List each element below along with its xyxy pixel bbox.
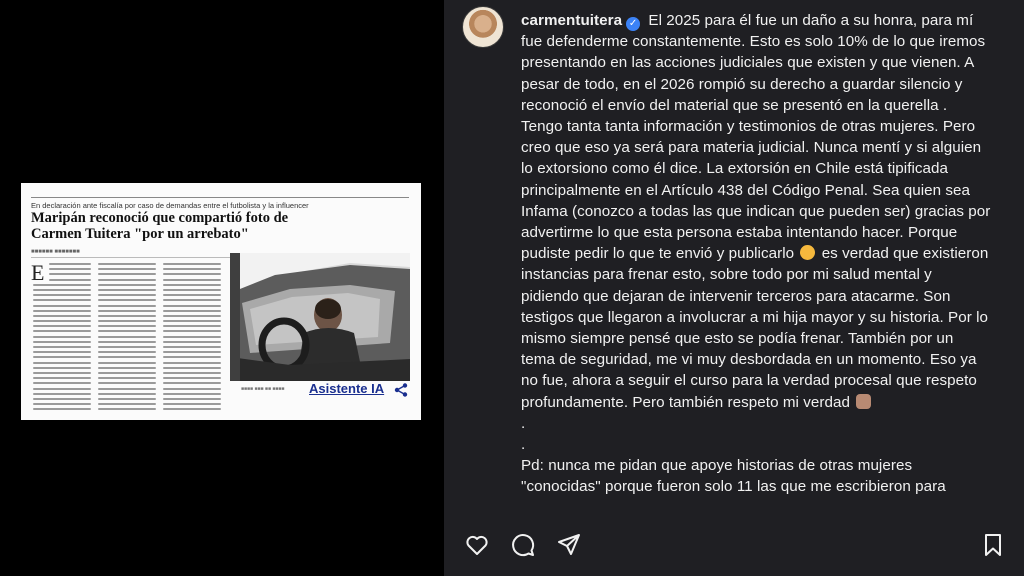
post-actions-bar	[444, 518, 1024, 576]
send-icon	[558, 534, 580, 555]
divider	[31, 197, 409, 198]
fist-emoji-icon	[856, 393, 872, 409]
article-column	[163, 263, 221, 411]
caption-dot: .	[521, 414, 526, 432]
relieved-face-emoji-icon	[800, 245, 816, 261]
photo-caption: ■■■■ ■■■ ■■ ■■■■	[241, 386, 285, 392]
bookmark-icon	[985, 534, 1001, 556]
caption-text-part2: es verdad que existieron instancias para…	[521, 245, 989, 411]
heart-icon	[466, 535, 488, 555]
clipping-byline: ■■■■■■ ■■■■■■■	[31, 249, 80, 255]
article-column	[33, 263, 91, 411]
caption-text-part1: El 2025 para él fue un daño a su honra, …	[521, 12, 991, 263]
newspaper-clipping: En declaración ante fiscalía por caso de…	[21, 183, 421, 420]
comment-button[interactable]	[510, 532, 536, 558]
share-icon[interactable]	[394, 383, 408, 397]
article-photo	[230, 253, 410, 381]
avatar[interactable]	[462, 6, 504, 48]
post-caption: carmentuitera ✓ El 2025 para él fue un da…	[521, 10, 991, 498]
comment-icon	[512, 534, 535, 557]
article-dropcap: E	[31, 260, 45, 285]
car-interior-illustration	[230, 253, 410, 381]
ai-assistant-link[interactable]: Asistente IA	[309, 381, 384, 396]
clipping-headline: Maripán reconoció que compartió foto de …	[31, 210, 289, 242]
verified-badge-icon: ✓	[626, 17, 641, 31]
like-button[interactable]	[464, 532, 490, 558]
caption-dot: .	[521, 436, 526, 454]
caption-ps: Pd: nunca me pidan que apoye historias d…	[521, 457, 946, 496]
clipping-kicker: En declaración ante fiscalía por caso de…	[31, 201, 309, 210]
save-button[interactable]	[980, 532, 1006, 558]
share-button[interactable]	[556, 532, 582, 558]
post-media[interactable]: En declaración ante fiscalía por caso de…	[0, 0, 444, 576]
article-column	[98, 263, 156, 411]
username-link[interactable]: carmentuitera	[521, 12, 622, 29]
